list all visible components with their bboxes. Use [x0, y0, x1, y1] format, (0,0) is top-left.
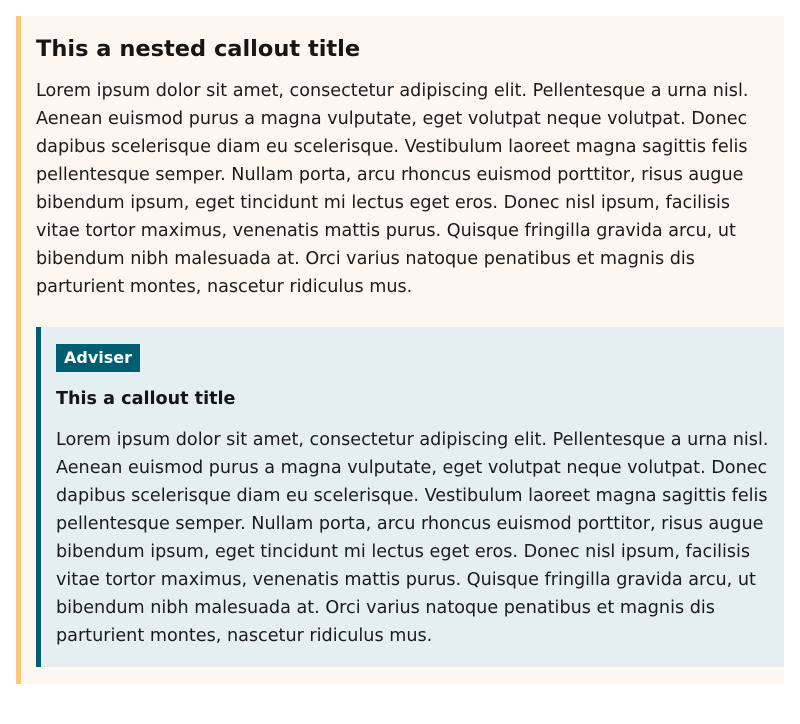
nested-callout-title: This a nested callout title — [36, 36, 361, 62]
adviser-callout-body: Lorem ipsum dolor sit amet, consectetur … — [56, 430, 769, 646]
adviser-callout: Adviser This a callout title Lorem ipsum… — [36, 327, 784, 667]
nested-callout: This a nested callout title Lorem ipsum … — [16, 16, 784, 684]
nested-callout-body: Lorem ipsum dolor sit amet, consectetur … — [36, 81, 749, 297]
adviser-badge: Adviser — [56, 344, 141, 372]
adviser-callout-title: This a callout title — [56, 389, 236, 409]
